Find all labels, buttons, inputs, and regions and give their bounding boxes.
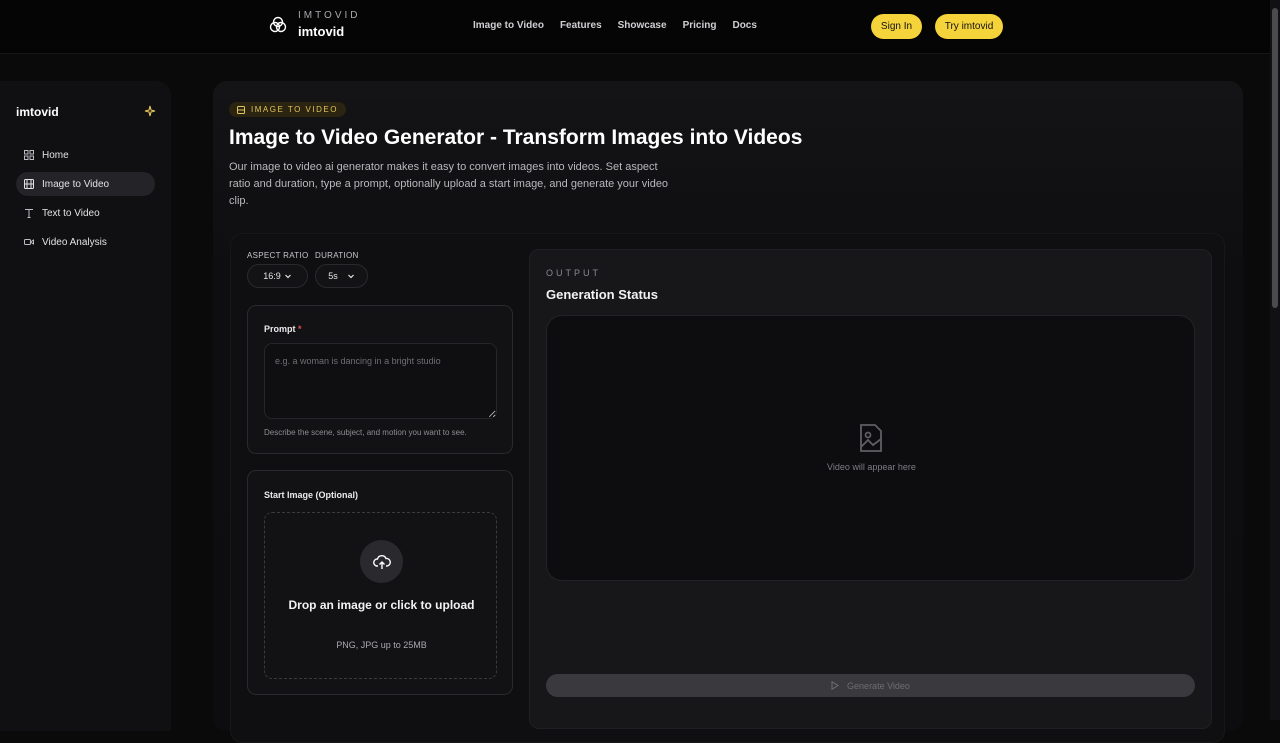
film-icon	[237, 105, 245, 114]
video-camera-icon	[24, 239, 34, 245]
output-eyebrow: OUTPUT	[546, 268, 601, 278]
try-imtovid-button[interactable]: Try imtovid	[935, 14, 1003, 39]
nav-link-image-to-video[interactable]: Image to Video	[473, 20, 544, 31]
aspect-ratio-select[interactable]: 16:9	[247, 264, 308, 288]
nav-link-features[interactable]: Features	[560, 20, 602, 31]
chevron-down-icon	[347, 274, 354, 279]
nav-links: Image to Video Features Showcase Pricing…	[473, 20, 757, 31]
duration-label: DURATION	[315, 251, 359, 260]
logo-icon	[269, 16, 287, 32]
image-file-icon	[860, 424, 882, 452]
main-panel: IMAGE TO VIDEO Image to Video Generator …	[213, 81, 1243, 743]
aspect-ratio-value: 16:9	[263, 271, 281, 281]
dropzone-title: Drop an image or click to upload	[288, 598, 475, 612]
scroll-thumb[interactable]	[1272, 8, 1278, 308]
prompt-input[interactable]	[264, 343, 497, 419]
nav-link-showcase[interactable]: Showcase	[618, 20, 667, 31]
output-title: Generation Status	[546, 287, 658, 302]
sidebar-item-label: Text to Video	[42, 207, 100, 219]
page-title: Image to Video Generator - Transform Ima…	[229, 126, 803, 149]
prompt-hint: Describe the scene, subject, and motion …	[264, 428, 467, 437]
section-tag: IMAGE TO VIDEO	[229, 102, 346, 117]
sidebar-item-label: Home	[42, 149, 69, 161]
video-preview: Video will appear here	[546, 315, 1195, 581]
sign-in-button[interactable]: Sign In	[871, 14, 922, 39]
prompt-card: Prompt * Describe the scene, subject, an…	[247, 305, 513, 454]
prompt-label: Prompt *	[264, 324, 302, 334]
sidebar: imtovid Home Image to Video Text to Vide…	[0, 81, 171, 731]
duration-select[interactable]: 5s	[315, 264, 368, 288]
grid-icon	[24, 150, 34, 160]
brand-eyebrow: IMTOVID	[298, 10, 361, 21]
generator-workarea: ASPECT RATIO 16:9 DURATION 5s Prompt * D…	[230, 233, 1225, 743]
image-dropzone[interactable]: Drop an image or click to upload PNG, JP…	[264, 512, 497, 679]
prompt-label-text: Prompt	[264, 324, 296, 334]
sidebar-item-label: Image to Video	[42, 178, 110, 190]
preview-placeholder: Video will appear here	[827, 462, 916, 472]
page-description: Our image to video ai generator makes it…	[229, 161, 669, 207]
output-panel: OUTPUT Generation Status Video will appe…	[529, 249, 1212, 729]
brand[interactable]: IMTOVID imtovid	[268, 10, 360, 39]
section-tag-label: IMAGE TO VIDEO	[251, 105, 338, 114]
type-icon	[25, 209, 33, 218]
sidebar-item-label: Video Analysis	[42, 236, 107, 248]
start-image-card: Start Image (Optional) Drop an image or …	[247, 470, 513, 695]
duration-value: 5s	[328, 271, 338, 281]
sidebar-item-home[interactable]: Home	[16, 143, 155, 167]
top-nav: IMTOVID imtovid Image to Video Features …	[0, 0, 1270, 54]
generate-video-button[interactable]: Generate Video	[546, 674, 1195, 697]
nav-link-pricing[interactable]: Pricing	[683, 20, 717, 31]
sidebar-item-text-to-video[interactable]: Text to Video	[16, 201, 155, 225]
film-icon	[24, 179, 34, 189]
generate-video-label: Generate Video	[847, 680, 910, 691]
aspect-ratio-label: ASPECT RATIO	[247, 251, 309, 260]
chevron-down-icon	[284, 274, 291, 279]
play-icon	[831, 681, 839, 690]
nav-link-docs[interactable]: Docs	[732, 20, 756, 31]
sidebar-item-video-analysis[interactable]: Video Analysis	[16, 230, 155, 254]
page-scrollbar[interactable]	[1270, 0, 1280, 720]
sidebar-title: imtovid	[16, 105, 59, 119]
start-image-label: Start Image (Optional)	[264, 490, 359, 500]
sparkle-icon[interactable]	[144, 105, 156, 117]
brand-name: imtovid	[298, 24, 345, 39]
sidebar-item-image-to-video[interactable]: Image to Video	[16, 172, 155, 196]
cloud-upload-icon	[372, 554, 391, 569]
required-marker: *	[298, 324, 302, 334]
dropzone-subtitle: PNG, JPG up to 25MB	[336, 640, 427, 650]
upload-button[interactable]	[360, 540, 403, 583]
